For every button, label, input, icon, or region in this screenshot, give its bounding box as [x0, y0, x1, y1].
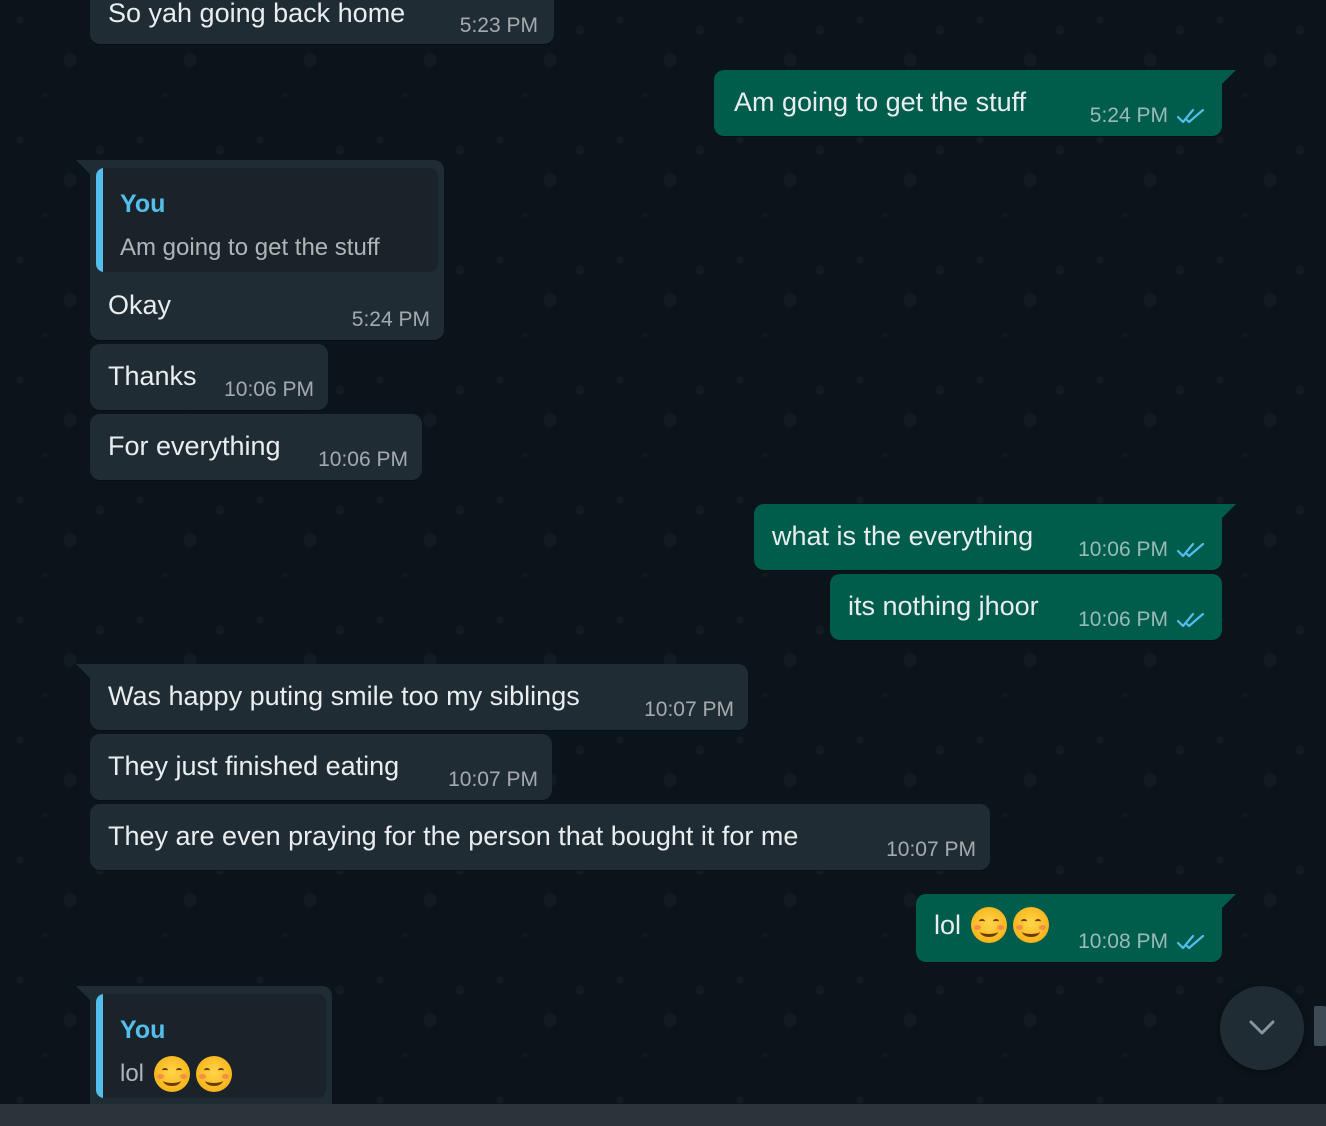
quoted-message[interactable]: You Am going to get the stuff — [96, 168, 438, 272]
message-incoming[interactable]: Thanks 10:06 PM — [90, 344, 328, 410]
double-check-icon — [1176, 108, 1205, 124]
message-outgoing[interactable]: Am going to get the stuff 5:24 PM — [714, 70, 1236, 136]
message-outgoing[interactable]: its nothing jhoor 10:06 PM — [830, 574, 1222, 640]
message-text: lol — [934, 909, 962, 940]
smiling-face-emoji — [971, 907, 1008, 943]
message-time: 5:24 PM — [351, 308, 430, 331]
smiling-face-emoji — [1013, 907, 1050, 943]
quoted-message[interactable]: You lol — [96, 994, 326, 1098]
message-time: 10:06 PM — [318, 448, 408, 471]
message-text: Okay — [108, 290, 172, 320]
message-text: For everything — [108, 431, 281, 461]
chat-panel[interactable]: So yah going back home 5:23 PM Am going … — [0, 0, 1326, 1104]
smiling-face-emoji — [154, 1056, 191, 1092]
quote-text: Am going to get the stuff — [120, 234, 380, 261]
message-meta: 10:06 PM — [1078, 608, 1206, 632]
message-time: 5:24 PM — [1089, 104, 1168, 127]
quote-text-row: lol — [120, 1056, 233, 1092]
message-content: lol — [934, 907, 1050, 943]
message-time: 5:23 PM — [459, 14, 538, 37]
message-incoming[interactable]: Was happy puting smile too my siblings 1… — [76, 664, 748, 730]
message-time: 10:06 PM — [224, 378, 314, 401]
message-meta: 5:24 PM — [1090, 104, 1206, 128]
message-incoming[interactable]: They are even praying for the person tha… — [90, 804, 990, 870]
smiling-face-emoji — [196, 1056, 233, 1092]
message-time: 10:06 PM — [1078, 608, 1168, 631]
scrollbar-thumb[interactable] — [1314, 1006, 1326, 1046]
chevron-down-icon — [1249, 1020, 1275, 1035]
quote-text: lol — [120, 1060, 145, 1087]
message-outgoing[interactable]: lol 10:08 PM — [916, 894, 1236, 962]
message-meta: 10:08 PM — [1078, 930, 1206, 954]
quote-author: You — [120, 1016, 166, 1044]
scroll-to-bottom-button[interactable] — [1220, 986, 1304, 1070]
double-check-icon — [1176, 542, 1205, 558]
double-check-icon — [1176, 934, 1205, 950]
message-time: 10:07 PM — [448, 768, 538, 791]
message-incoming-reply[interactable]: You Am going to get the stuff Okay 5:24 … — [76, 160, 444, 340]
quote-author: You — [120, 190, 166, 218]
message-text: Am going to get the stuff — [734, 87, 1027, 117]
message-outgoing[interactable]: what is the everything 10:06 PM — [754, 504, 1236, 570]
composer-bar — [0, 1104, 1326, 1126]
quote-accent-bar — [96, 168, 103, 272]
quote-accent-bar — [96, 994, 103, 1098]
message-incoming[interactable]: They just finished eating 10:07 PM — [90, 734, 552, 800]
double-check-icon — [1176, 612, 1205, 628]
message-incoming[interactable]: So yah going back home 5:23 PM — [90, 0, 554, 44]
message-time: 10:07 PM — [886, 838, 976, 861]
message-meta: 10:06 PM — [1078, 538, 1206, 562]
message-text: what is the everything — [772, 521, 1034, 551]
message-incoming[interactable]: For everything 10:06 PM — [90, 414, 422, 480]
message-time: 10:06 PM — [1078, 538, 1168, 561]
message-text: They just finished eating — [108, 751, 400, 781]
message-incoming-reply[interactable]: You lol — [76, 986, 332, 1104]
message-text: Thanks — [108, 361, 197, 391]
message-time: 10:07 PM — [644, 698, 734, 721]
message-text: They are even praying for the person tha… — [108, 821, 799, 851]
message-time: 10:08 PM — [1078, 930, 1168, 953]
message-text: Was happy puting smile too my siblings — [108, 681, 580, 711]
message-text: its nothing jhoor — [848, 591, 1039, 621]
message-text: So yah going back home — [108, 0, 406, 28]
